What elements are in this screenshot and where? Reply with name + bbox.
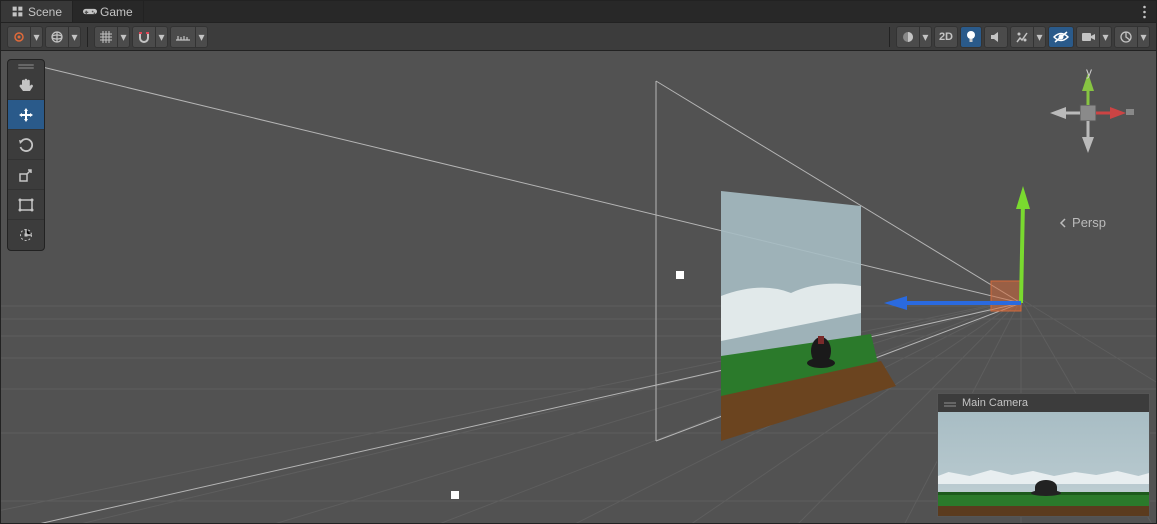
scale-tool-button[interactable] <box>8 160 44 190</box>
tab-game-label: Game <box>100 5 133 19</box>
tool-palette[interactable] <box>7 59 45 251</box>
chevron-down-icon: ▾ <box>1137 27 1149 47</box>
globe-icon <box>50 30 64 44</box>
eye-off-icon <box>1053 30 1069 44</box>
transform-tool-button[interactable] <box>8 220 44 250</box>
palette-drag-handle[interactable] <box>8 60 44 70</box>
gizmo-icon <box>1119 30 1133 44</box>
preview-character <box>1035 480 1057 502</box>
fx-toggle-button[interactable]: ▾ <box>1010 26 1046 48</box>
move-icon <box>17 106 35 124</box>
rect-icon <box>17 196 35 214</box>
tab-scene[interactable]: Scene <box>1 1 73 22</box>
move-tool-button[interactable] <box>8 100 44 130</box>
tab-game[interactable]: Game <box>73 1 144 22</box>
scene-icon <box>11 5 24 18</box>
visibility-toggle-button[interactable] <box>1048 26 1074 48</box>
handle-rotation-button[interactable]: ▾ <box>45 26 81 48</box>
gizmos-button[interactable]: ▾ <box>1114 26 1150 48</box>
pivot-mode-button[interactable]: ▾ <box>7 26 43 48</box>
tab-bar-spacer <box>144 1 1133 22</box>
shaded-icon <box>901 30 915 44</box>
gamepad-icon <box>83 5 96 18</box>
hand-tool-button[interactable] <box>8 70 44 100</box>
axis-y-label: y <box>1086 65 1092 79</box>
2d-label: 2D <box>939 31 953 43</box>
draw-mode-button[interactable]: ▾ <box>896 26 932 48</box>
rotate-tool-button[interactable] <box>8 130 44 160</box>
rect-tool-button[interactable] <box>8 190 44 220</box>
rotate-icon <box>17 136 35 154</box>
audio-toggle-button[interactable] <box>984 26 1008 48</box>
camera-preview-title: Main Camera <box>962 397 1028 409</box>
chevron-down-icon: ▾ <box>919 27 931 47</box>
chevron-down-icon: ▾ <box>1099 27 1111 47</box>
transform-icon <box>17 226 35 244</box>
tab-menu-button[interactable] <box>1133 1 1156 22</box>
increment-snap-button[interactable]: ▾ <box>170 26 208 48</box>
grid-icon <box>99 30 113 44</box>
chevron-down-icon: ▾ <box>68 27 80 47</box>
chevron-down-icon: ▾ <box>1033 27 1045 47</box>
camera-preview-header[interactable]: Main Camera <box>938 394 1149 412</box>
toolbar-separator <box>87 27 88 47</box>
scale-icon <box>17 166 35 184</box>
snap-button[interactable]: ▾ <box>132 26 168 48</box>
scene-viewport[interactable]: y Persp <box>1 51 1156 523</box>
chevron-left-icon <box>1058 218 1068 228</box>
camera-icon <box>1081 31 1095 43</box>
tab-scene-label: Scene <box>28 5 62 19</box>
fx-icon <box>1015 30 1029 44</box>
camera-preview-panel[interactable]: Main Camera <box>937 393 1150 517</box>
orientation-gizmo[interactable]: y <box>1038 59 1138 159</box>
lightbulb-icon <box>965 30 977 44</box>
panel-drag-handle[interactable] <box>944 402 956 404</box>
2d-toggle-button[interactable]: 2D <box>934 26 958 48</box>
camera-preview-render <box>938 412 1149 516</box>
magnet-icon <box>137 30 151 44</box>
grid-visibility-button[interactable]: ▾ <box>94 26 130 48</box>
chevron-down-icon: ▾ <box>117 27 129 47</box>
ruler-icon <box>175 30 191 44</box>
speaker-icon <box>989 30 1003 44</box>
chevron-down-icon: ▾ <box>155 27 167 47</box>
projection-label[interactable]: Persp <box>1058 215 1106 230</box>
chevron-down-icon: ▾ <box>30 27 42 47</box>
hand-icon <box>17 76 35 94</box>
camera-settings-button[interactable]: ▾ <box>1076 26 1112 48</box>
chevron-down-icon: ▾ <box>195 27 207 47</box>
pivot-icon <box>12 30 26 44</box>
toolbar-separator <box>889 27 890 47</box>
lighting-toggle-button[interactable] <box>960 26 982 48</box>
